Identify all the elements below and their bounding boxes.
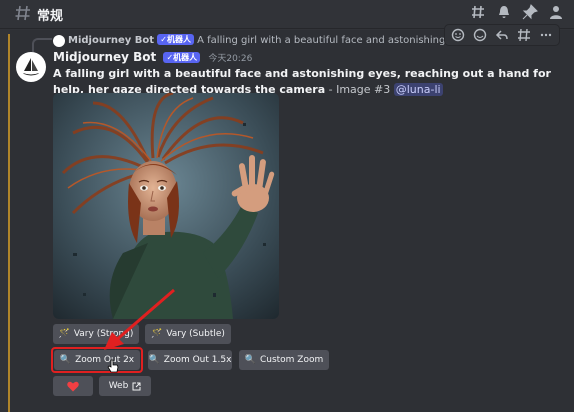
reply-preview[interactable]: Midjourney Bot ✓机器人 A falling girl with … <box>68 34 498 46</box>
create-thread-icon[interactable] <box>517 28 531 42</box>
hash-icon <box>15 5 30 21</box>
reply-connector <box>32 38 52 52</box>
annotation-arrow <box>104 288 175 350</box>
reply-avatar <box>53 35 65 47</box>
timestamp: 今天20:26 <box>208 54 253 64</box>
message-actions <box>444 24 560 46</box>
magnifier-icon: 🔍 <box>244 355 256 365</box>
bot-tag: ✓机器人 <box>163 52 201 63</box>
super-reaction-icon[interactable] <box>473 28 487 42</box>
add-reaction-icon[interactable] <box>451 28 465 42</box>
web-link-button[interactable]: Web <box>99 376 151 396</box>
pin-icon[interactable] <box>522 4 538 20</box>
zoom-out-1-5x-button[interactable]: 🔍 Zoom Out 1.5x <box>148 350 232 370</box>
custom-zoom-button[interactable]: 🔍 Custom Zoom <box>239 350 329 370</box>
magic-wand-icon: 🪄 <box>58 329 70 339</box>
more-icon[interactable] <box>539 28 553 42</box>
members-icon[interactable] <box>548 4 564 20</box>
reply-author: Midjourney Bot <box>68 35 155 46</box>
channel-name: 常规 <box>37 9 64 24</box>
mention-highlight-bar <box>8 34 10 412</box>
zoom-out-1-5x-label: Zoom Out 1.5x <box>163 355 232 365</box>
image-number: - Image #3 <box>325 83 394 96</box>
web-label: Web <box>108 381 129 391</box>
author-name[interactable]: Midjourney Bot <box>53 50 156 64</box>
prompt-text: A falling girl with a beautiful face and… <box>53 67 551 96</box>
midjourney-boat-icon <box>23 58 39 76</box>
message-header: Midjourney Bot ✓机器人 今天20:26 <box>53 50 252 64</box>
custom-zoom-label: Custom Zoom <box>259 355 324 365</box>
avatar[interactable] <box>16 52 46 82</box>
bell-icon[interactable] <box>496 4 512 20</box>
hand-cursor-icon <box>107 359 119 373</box>
external-link-icon <box>132 382 141 390</box>
user-mention[interactable]: @luna-li <box>393 83 443 96</box>
favorite-button[interactable] <box>53 376 93 396</box>
heart-icon <box>67 381 79 391</box>
threads-icon[interactable] <box>470 4 486 20</box>
bot-tag: ✓机器人 <box>157 34 194 45</box>
magnifier-icon: 🔍 <box>148 355 160 365</box>
reply-icon[interactable] <box>495 28 509 42</box>
